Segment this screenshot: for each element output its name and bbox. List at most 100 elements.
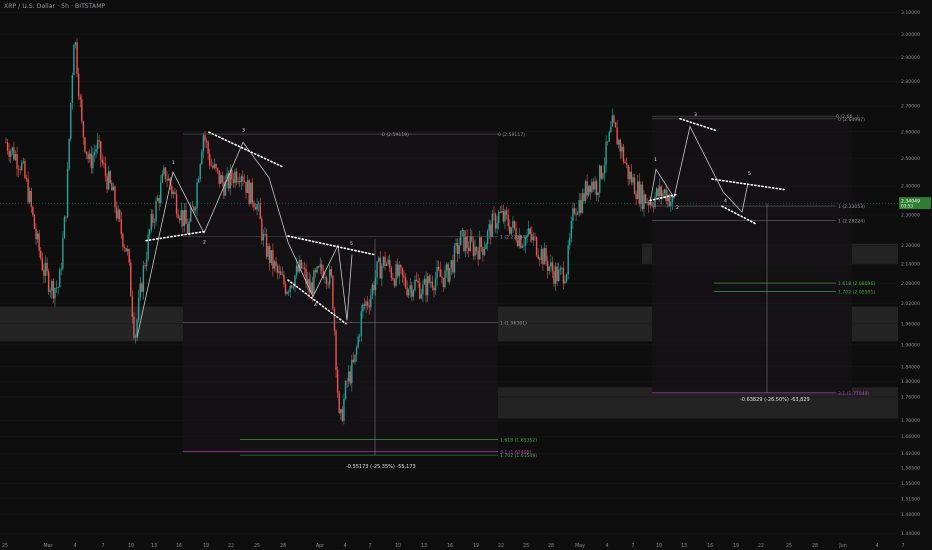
candle-body-74 <box>122 233 124 248</box>
candle-body-296 <box>472 240 475 256</box>
wave-label-0: 1 <box>172 160 175 166</box>
candle-body-26 <box>46 262 48 272</box>
candle-body-362 <box>576 213 579 215</box>
candle-body-342 <box>545 248 547 262</box>
candle-body-218 <box>349 371 351 384</box>
candle-body-231 <box>370 295 372 308</box>
candle-body-203 <box>325 277 328 284</box>
candle-body-413 <box>657 188 659 197</box>
candle-body-168 <box>270 250 272 263</box>
candle-body-72 <box>119 209 121 220</box>
candle-body-232 <box>371 284 374 296</box>
price-tick-15: 1.84000 <box>901 364 920 370</box>
candle-body-286 <box>456 242 459 255</box>
candle-body-152 <box>245 182 247 193</box>
candle-body-236 <box>377 257 380 262</box>
wave-label-8: 4 <box>724 198 727 204</box>
candle-body-258 <box>412 290 415 297</box>
candle-body-5 <box>13 147 15 160</box>
candle-body-380 <box>605 141 607 165</box>
candle-body-125 <box>202 135 205 152</box>
fib-label-9: 1 (2.33053) <box>838 204 865 210</box>
candle-body-1 <box>6 142 9 151</box>
candle-body-409 <box>651 202 653 206</box>
candle-body-251 <box>401 267 404 276</box>
candle-body-278 <box>444 270 446 288</box>
candle-body-42 <box>71 75 74 104</box>
candle-body-224 <box>359 335 361 337</box>
candle-body-58 <box>96 140 99 150</box>
candle-body-77 <box>126 249 129 252</box>
candle-body-215 <box>344 381 347 399</box>
candle-body-85 <box>139 283 141 298</box>
candle-body-37 <box>63 216 66 239</box>
candle-body-363 <box>578 199 580 214</box>
candle-body-195 <box>313 270 315 295</box>
time-tick-1: Mar <box>43 543 52 549</box>
candle-body-156 <box>251 182 254 203</box>
candle-body-280 <box>447 263 449 282</box>
candle-body-246 <box>393 279 396 286</box>
candle-body-7 <box>16 154 18 169</box>
fib-label-1: 0 (2.59117) <box>498 132 525 138</box>
candle-body-327 <box>521 246 524 248</box>
candle-body-73 <box>120 219 122 234</box>
candle-body-299 <box>477 251 479 260</box>
candle-body-130 <box>210 165 212 167</box>
price-chart[interactable]: 0 (2.59119) 1 (2.22894) 1 (1.96301) 1.618 (… <box>0 0 932 550</box>
price-tick-7: 2.40000 <box>901 184 920 190</box>
price-tick-3: 2.80000 <box>901 79 920 85</box>
time-tick-25: 13 <box>681 543 687 549</box>
candle-body-274 <box>437 266 440 270</box>
candle-body-366 <box>583 193 585 202</box>
candle-body-131 <box>212 165 214 168</box>
candle-body-163 <box>262 234 265 241</box>
candle-body-345 <box>550 262 552 267</box>
measure-label-2: -0.63829 (-26.50%) -63,829 <box>740 397 810 403</box>
candle-body-110 <box>179 218 181 221</box>
candle-body-174 <box>280 271 282 275</box>
candle-body-314 <box>501 211 503 213</box>
candle-body-300 <box>479 237 481 260</box>
candle-body-53 <box>88 153 91 159</box>
candle-body-259 <box>414 279 416 291</box>
candle-body-21 <box>38 233 40 251</box>
candle-body-34 <box>58 269 61 288</box>
candle-body-311 <box>496 223 498 229</box>
candle-body-32 <box>55 287 58 289</box>
candle-body-133 <box>215 164 217 169</box>
candle-body-138 <box>223 182 225 196</box>
candle-body-307 <box>490 224 492 238</box>
candle-body-373 <box>594 181 596 190</box>
candle-body-356 <box>567 245 569 275</box>
candle-body-391 <box>622 146 625 162</box>
candle-body-287 <box>458 245 460 255</box>
candle-body-375 <box>597 192 599 195</box>
candle-body-407 <box>648 202 650 206</box>
candle-body-202 <box>324 277 326 279</box>
price-tick-12: 2.02000 <box>901 301 920 307</box>
time-tick-15: 13 <box>421 543 427 549</box>
price-tick-9: 2.20000 <box>901 243 920 249</box>
candle-body-153 <box>246 180 249 193</box>
price-tick-25: 1.44000 <box>901 531 920 537</box>
candle-body-358 <box>570 220 573 238</box>
fib-label-10: 1 (2.28224) <box>838 218 865 224</box>
candle-body-346 <box>551 262 554 272</box>
candle-body-46 <box>77 73 80 97</box>
candle-body-28 <box>49 290 51 292</box>
candle-body-253 <box>404 277 407 288</box>
candle-body-80 <box>131 296 134 317</box>
candle-body-283 <box>452 260 454 273</box>
candle-body-223 <box>357 336 359 348</box>
price-tick-6: 2.50000 <box>901 156 920 162</box>
candle-body-217 <box>347 371 350 382</box>
candle-body-93 <box>152 214 154 223</box>
price-tick-10: 2.14000 <box>901 262 920 268</box>
candle-body-60 <box>100 141 102 160</box>
candle-body-0 <box>5 142 7 143</box>
candle-body-227 <box>363 304 366 306</box>
candle-body-151 <box>243 181 246 183</box>
price-tick-22: 1.55000 <box>901 481 920 487</box>
candle-body-143 <box>231 169 233 180</box>
